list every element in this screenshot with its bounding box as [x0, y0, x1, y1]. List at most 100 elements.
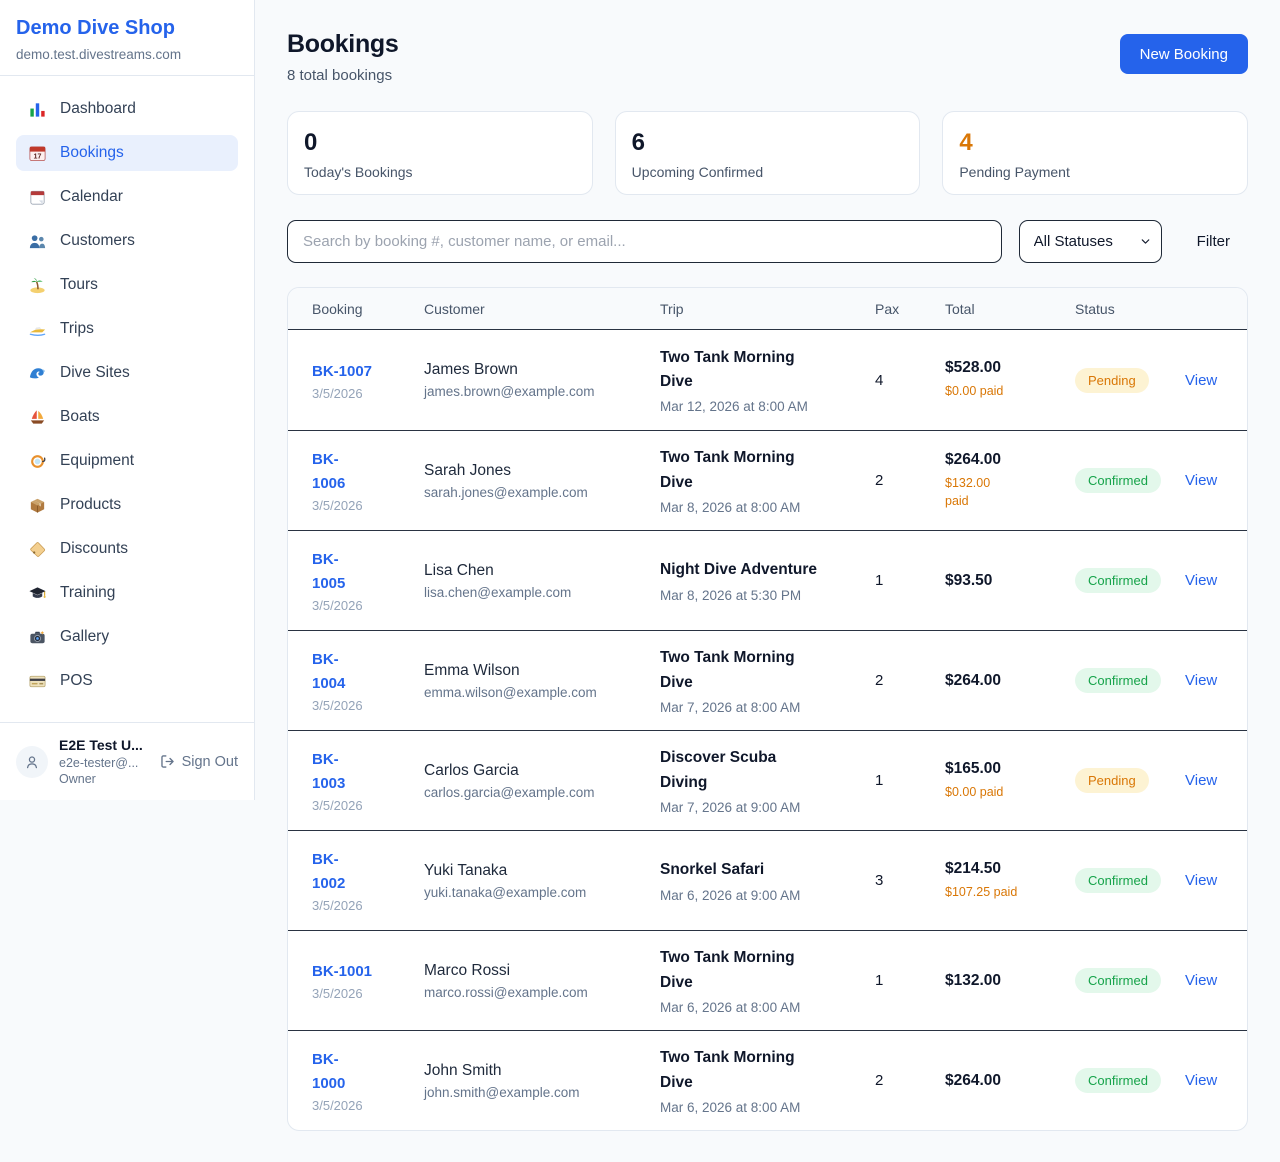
sidebar-item-4[interactable]: Tours — [16, 267, 238, 303]
sidebar-item-label: Equipment — [60, 452, 134, 470]
sidebar-item-2[interactable]: Calendar — [16, 179, 238, 215]
view-link[interactable]: View — [1185, 1072, 1223, 1089]
trip-name: Two Tank Morning Dive — [660, 646, 875, 694]
sidebar-item-label: Discounts — [60, 540, 128, 558]
sidebar-item-1[interactable]: 17 Bookings — [16, 135, 238, 171]
credit-card-icon — [28, 672, 47, 691]
sidebar-item-8[interactable]: Equipment — [16, 443, 238, 479]
booking-date: 3/5/2026 — [312, 498, 424, 513]
sidebar-item-label: Tours — [60, 276, 98, 294]
table-row-0[interactable]: BK-1007 3/5/2026 James Brown james.brown… — [288, 330, 1247, 430]
stat-value: 0 — [304, 129, 576, 157]
pax-count: 1 — [875, 972, 945, 989]
table-row-4[interactable]: BK- 1003 3/5/2026 Carlos Garcia carlos.g… — [288, 730, 1247, 830]
booking-id-link[interactable]: BK- 1002 — [312, 848, 424, 896]
booking-id-link[interactable]: BK- 1004 — [312, 648, 424, 696]
view-link[interactable]: View — [1185, 772, 1223, 789]
bar-chart-icon — [28, 100, 47, 119]
status-select-wrap: All Statuses — [1019, 220, 1162, 263]
main-content: Bookings 8 total bookings New Booking 0 … — [255, 0, 1280, 1131]
booking-date: 3/5/2026 — [312, 798, 424, 813]
trip-datetime: Mar 6, 2026 at 8:00 AM — [660, 1100, 875, 1115]
page-header: Bookings 8 total bookings New Booking — [287, 30, 1248, 84]
trip-name: Two Tank Morning Dive — [660, 346, 875, 394]
speedboat-icon — [28, 320, 47, 339]
customer-email: yuki.tanaka@example.com — [424, 885, 660, 900]
view-link[interactable]: View — [1185, 472, 1223, 489]
status-badge: Confirmed — [1075, 968, 1161, 993]
view-link[interactable]: View — [1185, 872, 1223, 889]
table-row-2[interactable]: BK- 1005 3/5/2026 Lisa Chen lisa.chen@ex… — [288, 530, 1247, 630]
paid-amount: $0.00 paid — [945, 382, 1075, 400]
view-link[interactable]: View — [1185, 372, 1223, 389]
booking-id-link[interactable]: BK- 1003 — [312, 748, 424, 796]
logout-icon — [159, 753, 176, 770]
status-badge: Pending — [1075, 368, 1149, 393]
search-input[interactable] — [287, 220, 1002, 263]
sidebar-item-6[interactable]: Dive Sites — [16, 355, 238, 391]
sidebar-item-label: Calendar — [60, 188, 123, 206]
pax-count: 2 — [875, 472, 945, 489]
trip-name: Two Tank Morning Dive — [660, 1046, 875, 1094]
booking-date: 3/5/2026 — [312, 1098, 424, 1113]
status-badge: Confirmed — [1075, 868, 1161, 893]
customer-name: Marco Rossi — [424, 962, 660, 980]
stats-cards: 0 Today's Bookings 6 Upcoming Confirmed … — [287, 111, 1248, 195]
filter-button[interactable]: Filter — [1179, 233, 1248, 250]
booking-id-link[interactable]: BK- 1005 — [312, 548, 424, 596]
table-row-1[interactable]: BK- 1006 3/5/2026 Sarah Jones sarah.jone… — [288, 430, 1247, 530]
view-link[interactable]: View — [1185, 672, 1223, 689]
status-badge: Confirmed — [1075, 568, 1161, 593]
camera-icon — [28, 628, 47, 647]
tag-icon — [28, 540, 47, 559]
sidebar-item-label: Boats — [60, 408, 100, 426]
sidebar-item-11[interactable]: Training — [16, 575, 238, 611]
table-row-6[interactable]: BK-1001 3/5/2026 Marco Rossi marco.rossi… — [288, 930, 1247, 1030]
sign-out-button[interactable]: Sign Out — [159, 753, 238, 770]
sidebar-item-12[interactable]: Gallery — [16, 619, 238, 655]
table-row-5[interactable]: BK- 1002 3/5/2026 Yuki Tanaka yuki.tanak… — [288, 830, 1247, 930]
sidebar-item-9[interactable]: Products — [16, 487, 238, 523]
trip-datetime: Mar 7, 2026 at 9:00 AM — [660, 800, 875, 815]
sign-out-label: Sign Out — [182, 754, 238, 770]
sidebar-item-5[interactable]: Trips — [16, 311, 238, 347]
paid-amount: $107.25 paid — [945, 883, 1075, 901]
stat-label: Pending Payment — [959, 164, 1231, 180]
new-booking-button[interactable]: New Booking — [1120, 34, 1248, 74]
trip-datetime: Mar 7, 2026 at 8:00 AM — [660, 700, 875, 715]
booking-date: 3/5/2026 — [312, 386, 424, 401]
sidebar-item-10[interactable]: Discounts — [16, 531, 238, 567]
sidebar-nav: Dashboard 17 Bookings Calendar Customers… — [0, 76, 254, 722]
total-amount: $132.00 — [945, 972, 1075, 990]
col-header-booking: Booking — [312, 301, 424, 317]
trip-datetime: Mar 12, 2026 at 8:00 AM — [660, 399, 875, 414]
table-row-3[interactable]: BK- 1004 3/5/2026 Emma Wilson emma.wilso… — [288, 630, 1247, 730]
view-link[interactable]: View — [1185, 572, 1223, 589]
customer-email: carlos.garcia@example.com — [424, 785, 660, 800]
calendar-date-icon: 17 — [28, 144, 47, 163]
user-role: Owner — [59, 771, 143, 787]
sidebar-item-label: Products — [60, 496, 121, 514]
status-select[interactable]: All Statuses — [1019, 220, 1162, 263]
sidebar: Demo Dive Shop demo.test.divestreams.com… — [0, 0, 255, 800]
booking-id-link[interactable]: BK-1007 — [312, 360, 424, 384]
col-header-pax: Pax — [875, 301, 945, 317]
sidebar-item-label: Gallery — [60, 628, 109, 646]
package-icon — [28, 496, 47, 515]
sidebar-item-0[interactable]: Dashboard — [16, 91, 238, 127]
view-link[interactable]: View — [1185, 972, 1223, 989]
table-row-7[interactable]: BK- 1000 3/5/2026 John Smith john.smith@… — [288, 1030, 1247, 1130]
booking-date: 3/5/2026 — [312, 698, 424, 713]
stat-card-1: 6 Upcoming Confirmed — [615, 111, 921, 195]
paid-amount: $132.00 paid — [945, 474, 1075, 510]
pax-count: 2 — [875, 1072, 945, 1089]
filter-row: All Statuses Filter — [287, 220, 1248, 263]
sidebar-item-3[interactable]: Customers — [16, 223, 238, 259]
col-header-status: Status — [1075, 301, 1185, 317]
sidebar-item-7[interactable]: Boats — [16, 399, 238, 435]
booking-id-link[interactable]: BK-1001 — [312, 960, 424, 984]
booking-id-link[interactable]: BK- 1000 — [312, 1048, 424, 1096]
stat-card-0: 0 Today's Bookings — [287, 111, 593, 195]
sidebar-item-13[interactable]: POS — [16, 663, 238, 699]
booking-id-link[interactable]: BK- 1006 — [312, 448, 424, 496]
